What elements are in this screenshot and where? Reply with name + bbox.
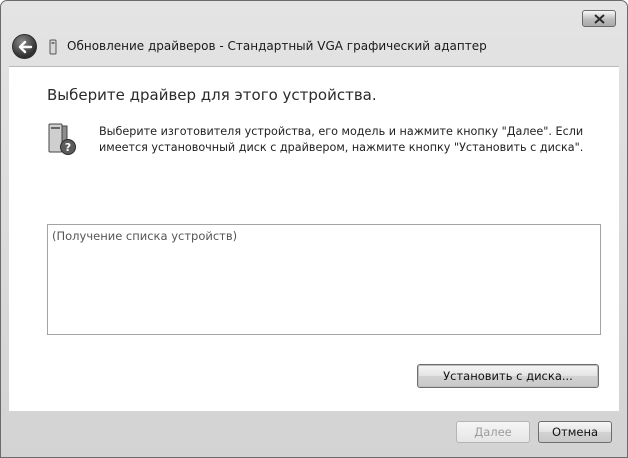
wizard-footer: Далее Отмена xyxy=(1,411,627,457)
device-manager-icon xyxy=(49,39,57,55)
back-arrow-icon xyxy=(18,40,33,54)
close-icon xyxy=(594,14,605,24)
svg-text:?: ? xyxy=(65,141,71,154)
back-button[interactable] xyxy=(12,34,37,59)
close-button[interactable] xyxy=(582,10,616,27)
have-disk-button[interactable]: Установить с диска... xyxy=(417,364,599,388)
page-heading: Выберите драйвер для этого устройства. xyxy=(47,86,377,104)
list-placeholder: (Получение списка устройств) xyxy=(52,229,238,243)
next-button[interactable]: Далее xyxy=(456,421,530,443)
instructions-text: Выберите изготовителя устройства, его мо… xyxy=(99,125,584,154)
hardware-question-icon: ? xyxy=(48,123,76,155)
wizard-content: Выберите драйвер для этого устройства. ?… xyxy=(9,66,619,411)
cancel-button[interactable]: Отмена xyxy=(538,421,612,443)
window-title: Обновление драйверов - Стандартный VGA г… xyxy=(67,39,487,53)
driver-update-window: Обновление драйверов - Стандартный VGA г… xyxy=(0,0,628,458)
device-list[interactable]: (Получение списка устройств) xyxy=(47,224,601,335)
